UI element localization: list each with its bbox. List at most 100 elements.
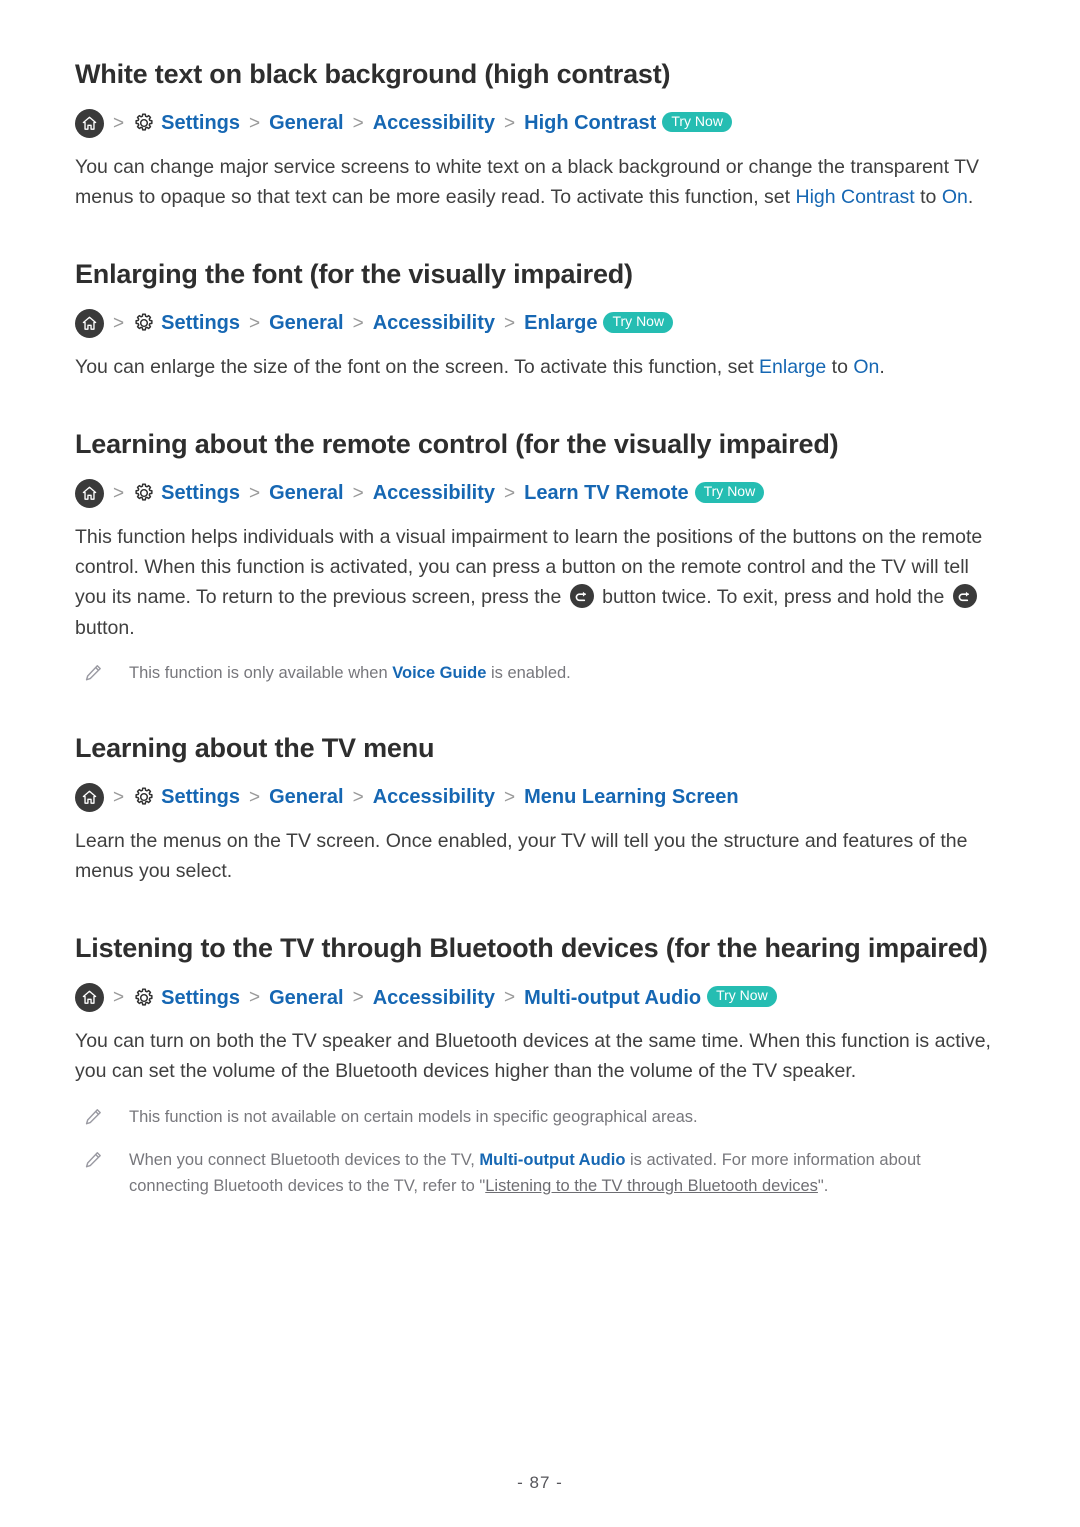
home-glyph — [82, 116, 97, 130]
sections-container: White text on black background (high con… — [75, 58, 1005, 1200]
home-glyph — [82, 790, 97, 804]
section-heading: White text on black background (high con… — [75, 59, 671, 89]
breadcrumb-item-target[interactable]: Multi-output Audio — [524, 988, 701, 1008]
text-run: ". — [817, 1177, 829, 1196]
cross-reference-link[interactable]: Listening to the TV through Bluetooth de… — [485, 1177, 818, 1195]
home-glyph — [82, 990, 97, 1004]
breadcrumb-chevron-icon: > — [113, 987, 125, 1009]
manual-section: Learning about the TV menu > Settings > Gene… — [75, 732, 1005, 886]
home-icon[interactable] — [75, 478, 104, 508]
breadcrumb-item-target[interactable]: High Contrast — [524, 113, 656, 133]
try-now-badge[interactable]: Try Now — [707, 986, 777, 1007]
manual-section: Learning about the remote control (for t… — [75, 428, 1005, 686]
breadcrumb-item-settings[interactable]: Settings — [161, 483, 240, 503]
text-run: button. — [75, 616, 135, 639]
gear-icon — [133, 786, 155, 808]
breadcrumb-item-general[interactable]: General — [269, 313, 343, 333]
manual-section: White text on black background (high con… — [75, 58, 1005, 212]
breadcrumb-chevron-icon: > — [504, 786, 516, 808]
return-glyph — [575, 592, 586, 602]
text-run: Learn the menus on the TV screen. Once e… — [75, 829, 968, 883]
text-run: . — [967, 185, 974, 208]
inline-setting-ref[interactable]: Multi-output Audio — [479, 1151, 625, 1169]
return-button-icon — [952, 584, 977, 609]
try-now-badge[interactable]: Try Now — [603, 312, 674, 333]
breadcrumb-chevron-icon: > — [504, 482, 516, 504]
breadcrumb-item-settings[interactable]: Settings — [161, 113, 240, 133]
text-run: You can enlarge the size of the font on … — [75, 355, 760, 378]
breadcrumb-item-general[interactable]: General — [269, 787, 343, 807]
manual-section: Listening to the TV through Bluetooth de… — [75, 932, 1005, 1199]
return-glyph — [958, 592, 969, 602]
breadcrumb-chevron-icon: > — [352, 112, 364, 134]
section-heading: Learning about the remote control (for t… — [75, 429, 839, 460]
pencil-glyph — [85, 1151, 101, 1168]
breadcrumb: > Settings > General > Accessibility > Learn TV… — [75, 478, 1005, 508]
return-button-icon — [569, 584, 594, 609]
try-now-badge[interactable]: Try Now — [694, 482, 765, 503]
gear-glyph — [135, 787, 153, 806]
breadcrumb-item-accessibility[interactable]: Accessibility — [373, 313, 495, 333]
text-run: . — [879, 355, 885, 378]
breadcrumb-item-target[interactable]: Enlarge — [524, 313, 597, 333]
pencil-glyph — [85, 664, 101, 681]
inline-setting-ref[interactable]: On — [853, 356, 879, 378]
gear-icon — [133, 987, 155, 1009]
home-icon[interactable] — [75, 308, 104, 338]
section-heading: Enlarging the font (for the visually imp… — [75, 259, 633, 290]
section-body-text: You can change major service screens to … — [75, 152, 1005, 212]
manual-page: White text on black background (high con… — [0, 0, 1080, 1200]
breadcrumb-item-target[interactable]: Learn TV Remote — [524, 483, 688, 503]
breadcrumb-item-accessibility[interactable]: Accessibility — [373, 787, 495, 807]
breadcrumb-chevron-icon: > — [249, 987, 261, 1009]
breadcrumb-chevron-icon: > — [249, 312, 261, 334]
try-now-badge[interactable]: Try Now — [662, 112, 732, 133]
home-glyph — [82, 316, 97, 330]
text-run: You can turn on both the TV speaker and … — [75, 1030, 991, 1083]
note-item: This function is not available on certai… — [75, 1104, 1005, 1130]
breadcrumb: > Settings > General > Accessibility > Enlarge T… — [75, 308, 1005, 338]
breadcrumb-item-settings[interactable]: Settings — [161, 988, 240, 1008]
breadcrumb-item-settings[interactable]: Settings — [161, 313, 240, 333]
breadcrumb: > Settings > General > Accessibility > High Con… — [75, 108, 1005, 138]
inline-setting-ref[interactable]: On — [942, 186, 968, 208]
text-run: This function is only available when — [129, 663, 393, 682]
pencil-icon — [83, 663, 105, 685]
section-heading: Listening to the TV through Bluetooth de… — [75, 933, 988, 964]
home-icon[interactable] — [75, 108, 104, 138]
breadcrumb-item-target[interactable]: Menu Learning Screen — [524, 787, 739, 807]
text-run: to — [914, 185, 942, 208]
home-icon[interactable] — [75, 983, 104, 1013]
text-run: to — [826, 355, 854, 378]
breadcrumb-item-accessibility[interactable]: Accessibility — [373, 988, 495, 1008]
breadcrumb-chevron-icon: > — [352, 786, 364, 808]
text-run: button twice. To exit, press and hold th… — [596, 586, 950, 609]
breadcrumb-item-general[interactable]: General — [269, 483, 343, 503]
pencil-icon — [83, 1150, 105, 1172]
inline-setting-ref[interactable]: Voice Guide — [392, 664, 486, 682]
gear-glyph — [135, 988, 153, 1006]
breadcrumb-item-accessibility[interactable]: Accessibility — [373, 113, 495, 133]
page-number: - 87 - — [517, 1473, 563, 1492]
breadcrumb: > Settings > General > Accessibility > Multi-ou… — [75, 983, 1005, 1013]
inline-setting-ref[interactable]: Enlarge — [759, 356, 826, 378]
breadcrumb-chevron-icon: > — [352, 482, 364, 504]
breadcrumb-item-settings[interactable]: Settings — [161, 787, 240, 807]
section-body-text: This function helps individuals with a v… — [75, 522, 1005, 643]
home-glyph — [82, 486, 97, 500]
inline-setting-ref[interactable]: High Contrast — [795, 186, 914, 208]
breadcrumb-chevron-icon: > — [113, 482, 125, 504]
breadcrumb-item-accessibility[interactable]: Accessibility — [373, 483, 495, 503]
breadcrumb-chevron-icon: > — [504, 312, 516, 334]
section-body-text: You can turn on both the TV speaker and … — [75, 1026, 1005, 1086]
gear-glyph — [135, 113, 153, 131]
gear-icon — [133, 482, 155, 504]
gear-icon — [133, 312, 155, 334]
text-run: is enabled. — [486, 663, 571, 682]
breadcrumb-chevron-icon: > — [249, 786, 261, 808]
breadcrumb-chevron-icon: > — [352, 987, 364, 1009]
breadcrumb-item-general[interactable]: General — [269, 113, 343, 133]
breadcrumb-chevron-icon: > — [352, 312, 364, 334]
home-icon[interactable] — [75, 782, 104, 812]
breadcrumb-item-general[interactable]: General — [269, 988, 343, 1008]
